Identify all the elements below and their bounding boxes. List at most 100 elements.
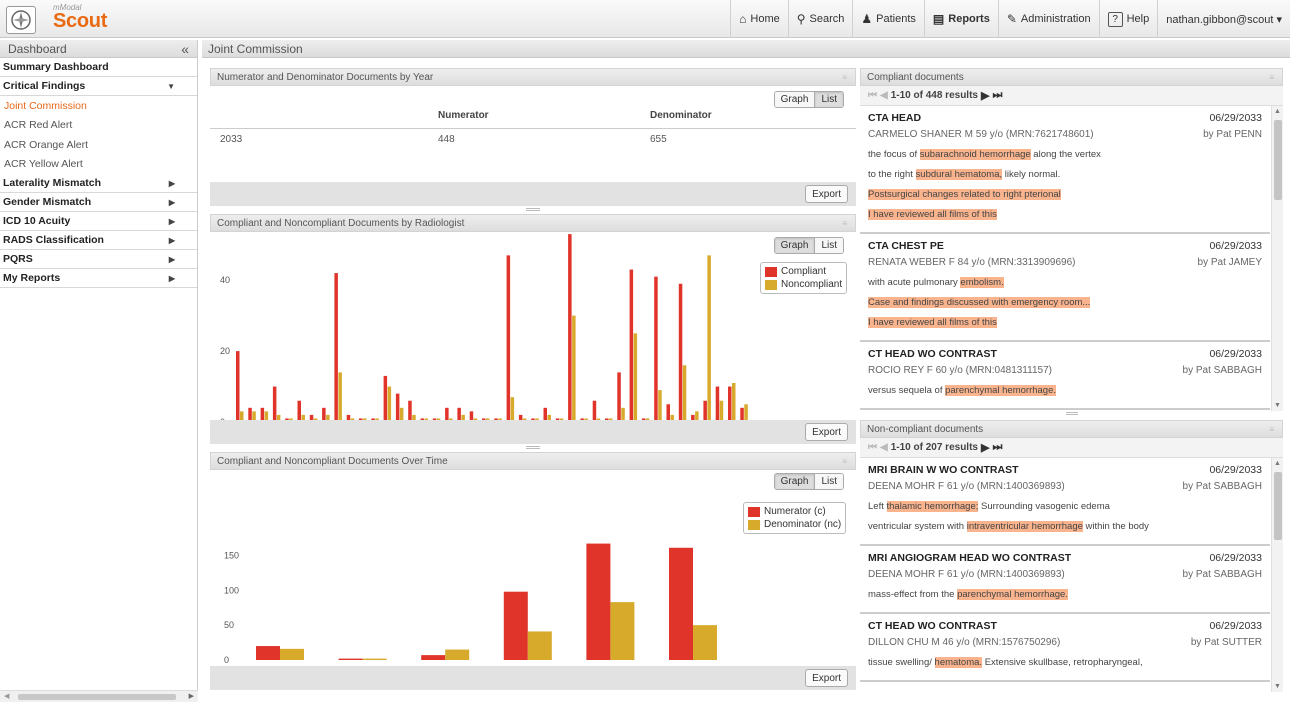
- chart-bar[interactable]: [669, 547, 693, 660]
- prev-page-icon[interactable]: ◀: [880, 90, 888, 101]
- chart-bar[interactable]: [236, 351, 240, 422]
- chart-bar[interactable]: [715, 386, 720, 422]
- chart-bar[interactable]: [395, 393, 400, 422]
- document-title[interactable]: CT HEAD WO CONTRAST: [868, 620, 997, 632]
- chart-bar[interactable]: [732, 383, 736, 422]
- chart-bar[interactable]: [421, 655, 446, 660]
- sidebar-item[interactable]: PQRS ▶: [0, 250, 197, 269]
- chart-bar[interactable]: [617, 372, 621, 422]
- chart-bar[interactable]: [728, 386, 732, 422]
- chart-bar[interactable]: [658, 390, 662, 422]
- chart-bar[interactable]: [280, 648, 304, 660]
- document-title[interactable]: CT HEAD WO CONTRAST: [868, 348, 997, 360]
- chart-bar[interactable]: [568, 234, 572, 422]
- collapse-sidebar-button[interactable]: «: [181, 41, 189, 57]
- chart-bar[interactable]: [633, 333, 638, 422]
- sidebar-item[interactable]: Critical Findings ▼: [0, 77, 197, 96]
- scroll-down-icon[interactable]: ▼: [1274, 683, 1281, 690]
- last-page-icon[interactable]: ⏭: [992, 441, 1002, 454]
- panel-menu-icon[interactable]: ≡: [842, 73, 847, 82]
- chart-bar[interactable]: [654, 276, 658, 422]
- sidebar-subitem[interactable]: ACR Yellow Alert: [0, 155, 197, 175]
- document-card[interactable]: CT HEAD WO CONTRAST 06/29/2033 DILLON CHU …: [860, 614, 1270, 682]
- chart-bar[interactable]: [572, 315, 576, 422]
- nav-search[interactable]: ⚲ Search: [787, 0, 853, 38]
- chart-bar[interactable]: [272, 386, 277, 422]
- chart-bar[interactable]: [506, 255, 511, 422]
- export-button[interactable]: Export: [805, 185, 848, 203]
- list-button[interactable]: List: [814, 92, 843, 107]
- chart-bar[interactable]: [629, 269, 634, 422]
- document-title[interactable]: CTA HEAD: [868, 112, 921, 124]
- panel-menu-icon[interactable]: ≡: [1269, 73, 1274, 82]
- export-button[interactable]: Export: [805, 423, 848, 441]
- chart-bar[interactable]: [297, 400, 302, 422]
- sidebar-item[interactable]: Summary Dashboard: [0, 58, 197, 77]
- document-scrollbar[interactable]: ▲ ▼: [1271, 106, 1283, 411]
- chart-bar[interactable]: [707, 255, 711, 422]
- scroll-right-icon[interactable]: ▶: [189, 692, 194, 700]
- sidebar-item[interactable]: Gender Mismatch ▶: [0, 193, 197, 212]
- chart-bar[interactable]: [334, 273, 338, 422]
- patient-info[interactable]: DILLON CHU M 46 y/o (MRN:1576750296): [868, 637, 1060, 648]
- chart-bar[interactable]: [719, 400, 724, 422]
- chart-bar[interactable]: [682, 365, 687, 422]
- document-title[interactable]: MRI ANGIOGRAM HEAD WO CONTRAST: [868, 552, 1071, 564]
- chart-bar[interactable]: [445, 649, 470, 660]
- scroll-left-icon[interactable]: ◀: [4, 692, 9, 700]
- sidebar-scrollbar[interactable]: ◀ ▶: [0, 690, 198, 702]
- panel-menu-icon[interactable]: ≡: [842, 219, 847, 228]
- document-card[interactable]: MRI BRAIN W WO CONTRAST 06/29/2033 DEENA M…: [860, 458, 1270, 546]
- sidebar-subitem[interactable]: ACR Orange Alert: [0, 135, 197, 155]
- nav-administration[interactable]: ✎ Administration: [997, 0, 1099, 38]
- patient-info[interactable]: DEENA MOHR F 61 y/o (MRN:1400369893): [868, 481, 1065, 492]
- chart-bar[interactable]: [693, 625, 717, 660]
- sidebar-item[interactable]: ICD 10 Acuity ▶: [0, 212, 197, 231]
- panel-menu-icon[interactable]: ≡: [1269, 425, 1274, 434]
- logo-icon[interactable]: [6, 6, 36, 34]
- panel-menu-icon[interactable]: ≡: [842, 457, 847, 466]
- nav-patients[interactable]: ♟ Patients: [852, 0, 924, 38]
- chart-bar[interactable]: [338, 372, 342, 422]
- nav-help[interactable]: ? Help: [1098, 0, 1158, 38]
- prev-page-icon[interactable]: ◀: [880, 442, 888, 453]
- document-card[interactable]: CTA CHEST PE 06/29/2033 RENATA WEBER F 84 …: [860, 234, 1270, 342]
- scroll-down-icon[interactable]: ▼: [1274, 402, 1281, 409]
- chart-bar[interactable]: [338, 658, 363, 660]
- first-page-icon[interactable]: ⏮: [868, 90, 877, 101]
- next-page-icon[interactable]: ▶: [981, 89, 989, 102]
- document-card[interactable]: CT HEAD WO CONTRAST 06/29/2033 ROCIO REY F…: [860, 342, 1270, 410]
- document-title[interactable]: MRI BRAIN W WO CONTRAST: [868, 464, 1018, 476]
- scroll-up-icon[interactable]: ▲: [1274, 460, 1281, 467]
- chart-bar[interactable]: [408, 400, 412, 422]
- chart-bar[interactable]: [527, 631, 552, 660]
- chart-bar[interactable]: [703, 400, 707, 422]
- sidebar-subitem[interactable]: Joint Commission: [0, 96, 197, 116]
- chart-bar[interactable]: [592, 400, 597, 422]
- user-menu[interactable]: nathan.gibbon@scout ▾: [1157, 0, 1290, 38]
- sidebar-item[interactable]: RADS Classification ▶: [0, 231, 197, 250]
- sidebar-subitem[interactable]: ACR Red Alert: [0, 116, 197, 136]
- brand-logo[interactable]: Scout: [53, 10, 107, 33]
- document-scrollbar[interactable]: ▲ ▼: [1271, 458, 1283, 692]
- document-title[interactable]: CTA CHEST PE: [868, 240, 944, 252]
- chart-bar[interactable]: [678, 283, 683, 422]
- resize-handle[interactable]: [526, 446, 540, 449]
- scroll-up-icon[interactable]: ▲: [1274, 108, 1281, 115]
- chart-bar[interactable]: [362, 658, 387, 660]
- scrollbar-thumb[interactable]: [1274, 120, 1282, 200]
- chart-bar[interactable]: [503, 591, 528, 660]
- chart-bar[interactable]: [256, 646, 280, 660]
- sidebar-item[interactable]: Laterality Mismatch ▶: [0, 174, 197, 193]
- resize-handle[interactable]: [526, 208, 540, 211]
- chart-bar[interactable]: [586, 543, 611, 660]
- first-page-icon[interactable]: ⏮: [868, 442, 877, 453]
- scrollbar-thumb[interactable]: [1274, 472, 1282, 540]
- scrollbar-thumb[interactable]: [18, 694, 176, 700]
- document-card[interactable]: CTA HEAD 06/29/2033 CARMELO SHANER M 59 y/…: [860, 106, 1270, 234]
- nav-home[interactable]: ⌂ Home: [730, 0, 788, 38]
- document-card[interactable]: MRI ANGIOGRAM HEAD WO CONTRAST 06/29/2033…: [860, 546, 1270, 614]
- patient-info[interactable]: DEENA MOHR F 61 y/o (MRN:1400369893): [868, 569, 1065, 580]
- chart-bar[interactable]: [387, 386, 392, 422]
- chart-bar[interactable]: [510, 397, 515, 422]
